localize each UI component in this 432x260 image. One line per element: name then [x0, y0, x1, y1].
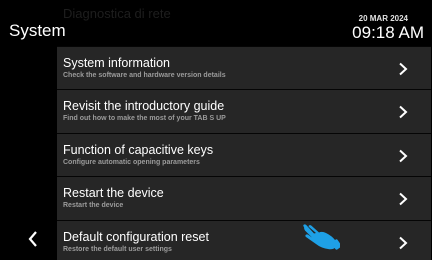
list-item-description: Check the software and hardware version …: [63, 72, 226, 79]
page-title: System: [9, 21, 66, 40]
chevron-left-icon[interactable]: [26, 230, 40, 248]
chevron-right-icon[interactable]: [397, 192, 409, 206]
list-item-label: Restart the device: [63, 186, 164, 201]
list-item-description: Restore the default user settings: [63, 245, 172, 253]
date-display: 20 MAR 2024: [358, 14, 408, 23]
chevron-right-icon[interactable]: [397, 149, 409, 163]
list-item-restart-device[interactable]: Restart the device Restart the device: [57, 176, 431, 220]
scrolled-out-title: Diagnostica di rete: [63, 6, 171, 21]
hand-pointer-icon: [303, 224, 340, 250]
chevron-right-icon[interactable]: [397, 62, 409, 76]
list-item-introductory-guide[interactable]: Revisit the introductory guide Find out …: [57, 89, 431, 133]
list-item-description: Find out how to make the most of your TA…: [63, 115, 226, 123]
chevron-right-icon[interactable]: [397, 105, 409, 119]
list-item-label: Default configuration reset: [63, 229, 209, 244]
list-item-system-information[interactable]: System information Check the software an…: [57, 46, 431, 90]
list-item-label: Function of capacitive keys: [63, 142, 214, 157]
chevron-right-icon[interactable]: [397, 236, 409, 250]
list-item-capacitive-keys[interactable]: Function of capacitive keys Configure au…: [57, 132, 431, 177]
list-item-label: Revisit the introductory guide: [63, 99, 225, 114]
time-display: 09:18 AM: [352, 23, 424, 42]
list-item-configuration-reset[interactable]: Default configuration reset Restore the …: [57, 219, 431, 260]
list-item-description: Configure automatic opening parameters: [63, 158, 200, 166]
list-item-description: Restart the device: [63, 202, 124, 210]
header: Diagnostica di rete System 20 MAR 2024 0…: [0, 0, 432, 46]
settings-list: System information Check the software an…: [57, 46, 431, 260]
list-item-label: System information: [63, 56, 170, 70]
